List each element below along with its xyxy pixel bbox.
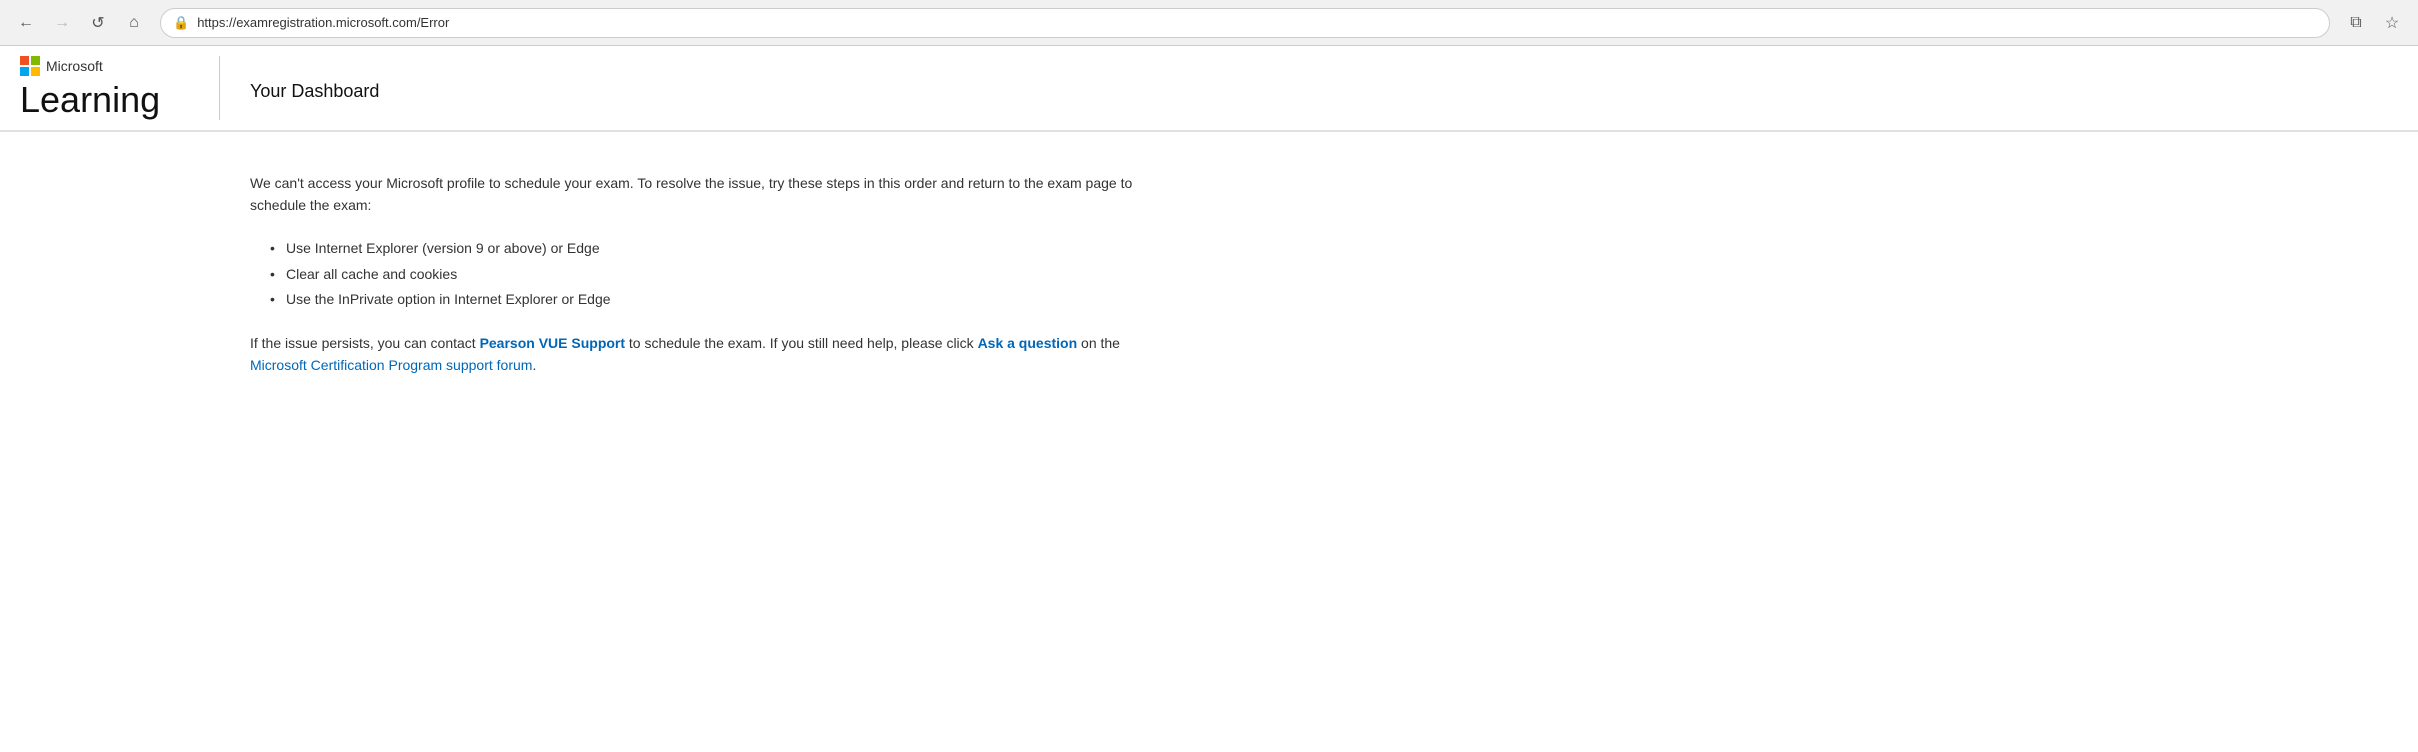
error-list: Use Internet Explorer (version 9 or abov… <box>270 236 1150 312</box>
learning-label: Learning <box>20 80 189 120</box>
site-header: Microsoft Learning Your Dashboard <box>0 46 2418 131</box>
list-item: Clear all cache and cookies <box>270 262 1150 287</box>
ask-question-link[interactable]: Ask a question <box>978 335 1078 351</box>
microsoft-label: Microsoft <box>46 58 103 74</box>
intro-paragraph: We can't access your Microsoft profile t… <box>250 172 1150 217</box>
dashboard-title: Your Dashboard <box>250 81 379 102</box>
url-input[interactable] <box>197 15 2317 30</box>
forward-button[interactable]: → <box>48 9 76 37</box>
logo-area: Microsoft Learning <box>20 56 220 120</box>
forum-text-after: . <box>532 357 536 373</box>
nav-buttons: ← → ↺ ⌂ <box>12 9 148 37</box>
list-item: Use Internet Explorer (version 9 or abov… <box>270 236 1150 261</box>
home-button[interactable]: ⌂ <box>120 9 148 37</box>
main-content: We can't access your Microsoft profile t… <box>0 132 1400 417</box>
address-bar: 🔒 <box>160 8 2330 38</box>
support-paragraph: If the issue persists, you can contact P… <box>250 332 1150 377</box>
browser-chrome: ← → ↺ ⌂ 🔒 ⧉ ☆ <box>0 0 2418 46</box>
microsoft-logo: Microsoft <box>20 56 189 76</box>
microsoft-grid-icon <box>20 56 40 76</box>
support-text-before: If the issue persists, you can contact <box>250 335 480 351</box>
back-button[interactable]: ← <box>12 9 40 37</box>
tab-manager-button[interactable]: ⧉ <box>2342 9 2370 37</box>
forum-link[interactable]: Microsoft Certification Program support … <box>250 357 532 373</box>
support-text-middle: to schedule the exam. If you still need … <box>625 335 978 351</box>
refresh-button[interactable]: ↺ <box>84 9 112 37</box>
pearson-vue-support-link[interactable]: Pearson VUE Support <box>480 335 625 351</box>
support-text-after: on the <box>1077 335 1120 351</box>
browser-actions: ⧉ ☆ <box>2342 9 2406 37</box>
list-item: Use the InPrivate option in Internet Exp… <box>270 287 1150 312</box>
favorites-button[interactable]: ☆ <box>2378 9 2406 37</box>
lock-icon: 🔒 <box>173 15 189 31</box>
